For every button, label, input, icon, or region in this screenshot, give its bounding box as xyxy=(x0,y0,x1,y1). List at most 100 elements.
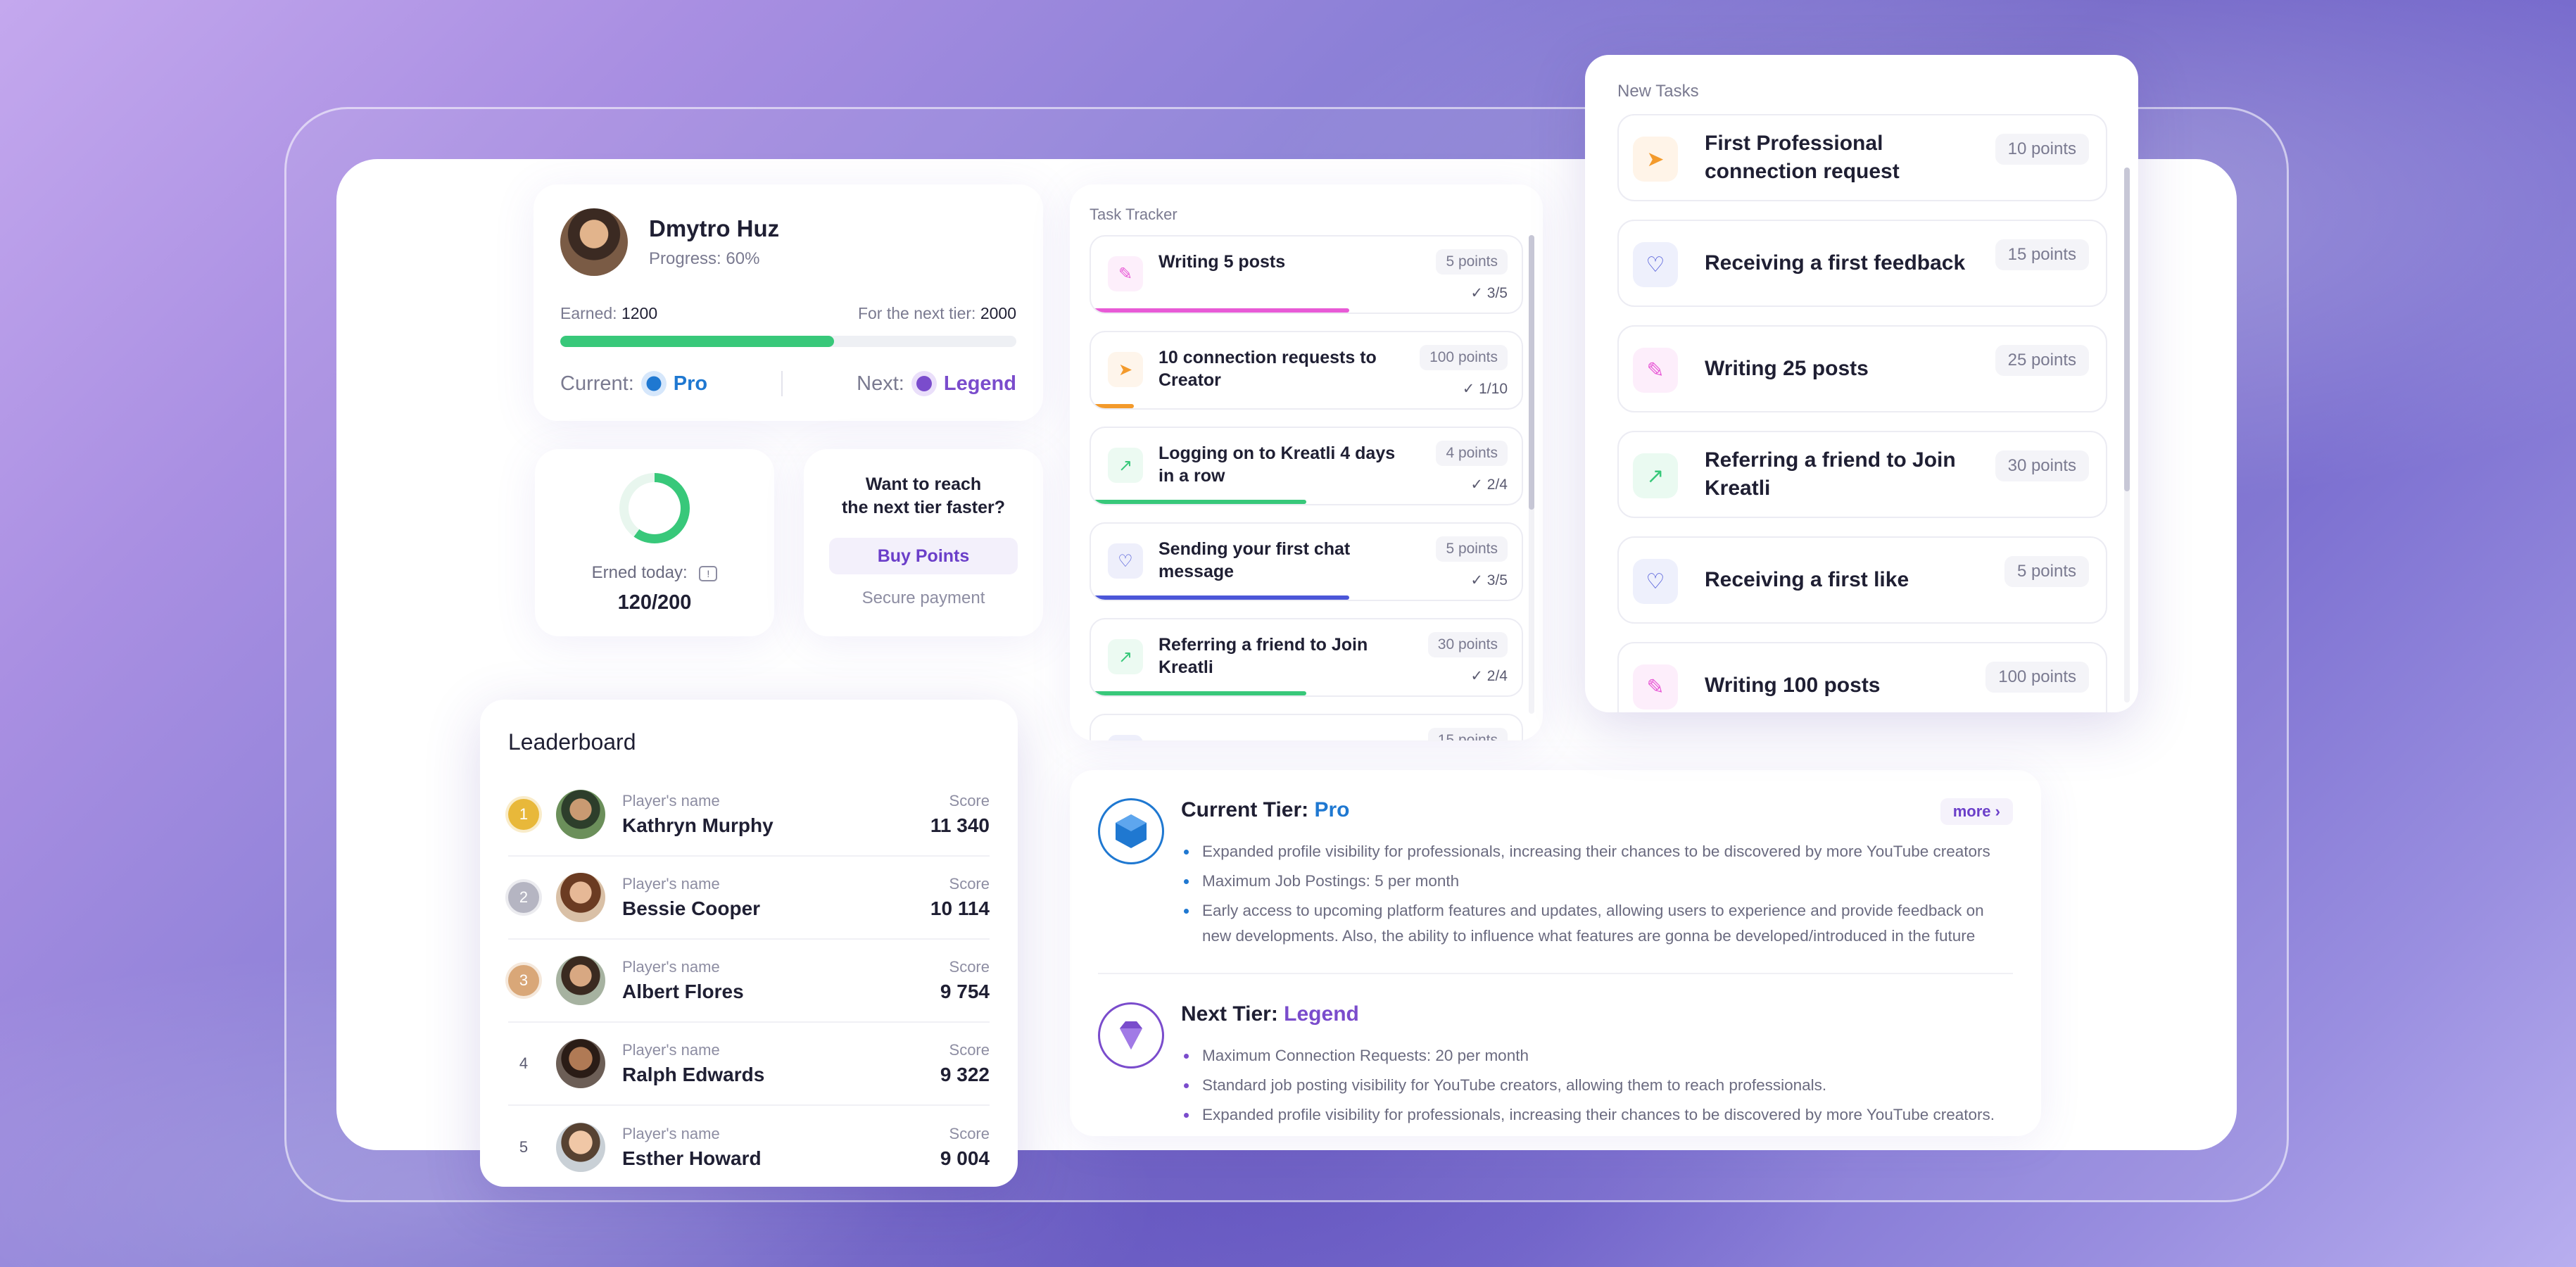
player-avatar[interactable] xyxy=(556,956,605,1005)
chat-heart-icon: ♡ xyxy=(1633,242,1678,287)
benefit-item: Expanded profile visibility for professi… xyxy=(1181,1102,2013,1128)
player-name-caption: Player's name xyxy=(622,1041,720,1059)
task-item[interactable]: ↗ Referring a friend to Join Kreatli 30 po… xyxy=(1090,618,1523,697)
tracker-scrollbar[interactable] xyxy=(1529,235,1534,714)
tier-info-card: Current Tier: Pro more › Expanded profil… xyxy=(1070,770,2041,1136)
task-name: Writing 5 posts xyxy=(1158,252,1286,272)
new-task-item[interactable]: ♡ Receiving a first feedback 15 points xyxy=(1617,220,2107,307)
new-task-name: Writing 25 posts xyxy=(1705,357,1869,380)
task-item[interactable]: ✎ Writing 5 posts 5 points ✓ 3/5 xyxy=(1090,235,1523,314)
player-name: Albert Flores xyxy=(622,981,744,1002)
current-tier-heading-label: Current Tier: xyxy=(1181,798,1309,821)
earned: Earned: 1200 xyxy=(560,304,657,323)
player-name-caption: Player's name xyxy=(622,792,720,809)
player-avatar[interactable] xyxy=(556,790,605,839)
player-info: Player's name Ralph Edwards xyxy=(622,1041,764,1086)
score-value: 11 340 xyxy=(930,814,990,836)
current-tier-heading: Current Tier: Pro xyxy=(1181,798,2013,822)
daily-label-row: Erned today: ! xyxy=(535,563,774,583)
tier-divider xyxy=(781,371,783,396)
leaderboard-row[interactable]: 4 Player's name Ralph Edwards Score 9 322 xyxy=(508,1023,990,1106)
new-task-item[interactable]: ♡ Receiving a first like 5 points xyxy=(1617,536,2107,624)
task-progress-bar xyxy=(1091,308,1350,313)
next-tier-value: 2000 xyxy=(980,304,1016,322)
task-count: ✓ 2/4 xyxy=(1470,476,1508,493)
leaderboard-title: Leaderboard xyxy=(508,729,636,755)
edit-icon: ✎ xyxy=(1108,256,1143,291)
legend-diamond-icon xyxy=(1098,1002,1164,1069)
score-value: 9 754 xyxy=(940,981,990,1002)
profile-avatar[interactable] xyxy=(560,208,628,276)
task-count-value: 2/4 xyxy=(1486,477,1508,493)
player-info: Player's name Bessie Cooper xyxy=(622,875,760,920)
player-name: Ralph Edwards xyxy=(622,1064,765,1085)
chart-icon: ↗ xyxy=(1108,448,1143,483)
chart-icon: ↗ xyxy=(1633,453,1678,498)
tier-progress-fill xyxy=(560,336,834,347)
task-item[interactable]: ➤ 10 connection requests to Creator 100 po… xyxy=(1090,331,1523,410)
task-progress-bar xyxy=(1091,500,1306,504)
tracker-scroll-thumb[interactable] xyxy=(1529,235,1534,510)
new-task-item[interactable]: ✎ Writing 100 posts 100 points xyxy=(1617,642,2107,712)
check-icon: ✓ xyxy=(1470,477,1487,493)
player-avatar[interactable] xyxy=(556,1039,605,1088)
score-caption: Score xyxy=(949,1041,990,1059)
profile-name: Dmytro Huz xyxy=(649,215,780,241)
medal-icon: 3 xyxy=(508,965,539,996)
chevron-right-icon: › xyxy=(1995,802,2000,820)
current-tier-benefits: Expanded profile visibility for professi… xyxy=(1181,839,2013,949)
rank-number: 5 xyxy=(519,1138,529,1156)
player-avatar[interactable] xyxy=(556,873,605,922)
new-task-item[interactable]: ✎ Writing 25 posts 25 points xyxy=(1617,325,2107,412)
player-score: Score 9 322 xyxy=(940,1041,990,1086)
task-count: ✓ 2/4 xyxy=(1470,667,1508,685)
benefit-item: Maximum Job Postings: 5 per month xyxy=(1181,869,2013,894)
leaderboard-row[interactable]: 1 Player's name Kathryn Murphy Score 11 340 xyxy=(508,774,990,857)
new-task-points: 15 points xyxy=(1995,239,2089,270)
task-points: 100 points xyxy=(1420,345,1508,370)
pro-hex-icon xyxy=(1098,798,1164,864)
task-count-value: 3/5 xyxy=(1486,572,1508,588)
new-task-points: 10 points xyxy=(1995,134,2089,165)
new-tasks-panel: New Tasks ➤ First Professional connection… xyxy=(1585,55,2138,712)
player-name: Bessie Cooper xyxy=(622,897,761,919)
check-icon: ✓ xyxy=(1462,381,1479,397)
score-caption: Score xyxy=(949,875,990,893)
medal-icon: 1 xyxy=(508,799,539,830)
check-icon: ✓ xyxy=(1470,572,1487,588)
info-chat-icon[interactable]: ! xyxy=(699,565,718,581)
new-task-points: 5 points xyxy=(2004,556,2089,587)
score-caption: Score xyxy=(949,958,990,976)
legend-tier-icon xyxy=(911,371,937,396)
leaderboard: Leaderboard 1 Player's name Kathryn Murphy… xyxy=(480,700,1018,1187)
player-avatar[interactable] xyxy=(556,1123,605,1172)
player-score: Score 9 754 xyxy=(940,958,990,1003)
player-name-caption: Player's name xyxy=(622,958,720,976)
leaderboard-row[interactable]: 5 Player's name Esther Howard Score 9 004 xyxy=(508,1106,990,1189)
task-item[interactable]: ♡ 15 points xyxy=(1090,714,1523,740)
buy-points-button[interactable]: Buy Points xyxy=(829,538,1018,574)
next-tier-block: Next Tier: Legend Maximum Connection Req… xyxy=(1098,1002,2013,1128)
leaderboard-row[interactable]: 3 Player's name Albert Flores Score 9 754 xyxy=(508,940,990,1023)
task-points: 15 points xyxy=(1427,728,1508,740)
edit-icon: ✎ xyxy=(1633,664,1678,710)
task-progress-bar xyxy=(1091,691,1306,695)
leaderboard-row[interactable]: 2 Player's name Bessie Cooper Score 10 114 xyxy=(508,857,990,940)
task-item[interactable]: ↗ Logging on to Kreatli 4 days in a row 4 … xyxy=(1090,427,1523,505)
tier-divider-line xyxy=(1098,973,2013,974)
new-task-points: 25 points xyxy=(1995,345,2089,376)
benefit-item: Early access to upcoming platform featur… xyxy=(1181,898,2013,949)
more-button[interactable]: more › xyxy=(1940,798,2013,825)
benefit-item: Maximum Connection Requests: 20 per mont… xyxy=(1181,1043,2013,1069)
new-task-item[interactable]: ➤ First Professional connection request 10… xyxy=(1617,114,2107,201)
player-score: Score 11 340 xyxy=(930,792,990,837)
task-points: 5 points xyxy=(1436,249,1508,275)
buy-headline-2: the next tier faster? xyxy=(841,498,1005,517)
player-score: Score 10 114 xyxy=(930,875,990,920)
task-item[interactable]: ♡ Sending your first chat message 5 points… xyxy=(1090,522,1523,601)
new-task-item[interactable]: ↗ Referring a friend to Join Kreatli 30 po… xyxy=(1617,431,2107,518)
new-tasks-scroll-thumb[interactable] xyxy=(2124,168,2130,491)
new-tasks-scrollbar[interactable] xyxy=(2124,168,2130,702)
profile-card: Dmytro Huz Progress: 60% Earned: 1200 Fo… xyxy=(533,184,1043,421)
task-tracker-list: ✎ Writing 5 posts 5 points ✓ 3/5 ➤ 10 connect… xyxy=(1090,235,1523,740)
